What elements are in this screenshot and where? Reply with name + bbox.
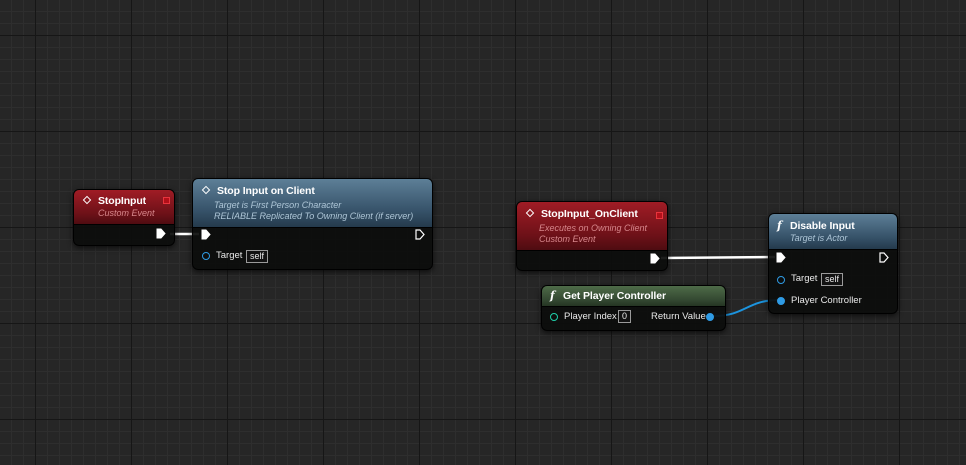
return-value-label: Return Value bbox=[651, 311, 706, 322]
target-default-value[interactable]: self bbox=[821, 273, 844, 286]
get-player-controller-node[interactable]: f Get Player Controller Player Index 0 R… bbox=[541, 285, 726, 331]
exec-input-pin[interactable] bbox=[776, 252, 786, 263]
event-diamond-icon bbox=[525, 208, 536, 219]
target-default-value[interactable]: self bbox=[246, 250, 269, 263]
delegate-pin[interactable] bbox=[656, 212, 663, 219]
node-title: Disable Input bbox=[790, 219, 855, 232]
exec-wire-onclient[interactable] bbox=[660, 255, 776, 260]
node-title: StopInput bbox=[98, 194, 147, 207]
node-subtitle: Target is Actor bbox=[790, 233, 848, 243]
stopinput-event-header[interactable]: StopInput Custom Event bbox=[74, 190, 174, 225]
node-subtitle: Custom Event bbox=[98, 208, 155, 218]
stop-input-on-client-node[interactable]: Stop Input on Client Target is First Per… bbox=[192, 178, 433, 270]
disable-input-header[interactable]: f Disable Input Target is Actor bbox=[769, 214, 897, 250]
exec-output-pin[interactable] bbox=[650, 253, 660, 264]
target-input-pin[interactable] bbox=[777, 276, 785, 284]
player-index-value[interactable]: 0 bbox=[618, 310, 632, 323]
player-controller-input-pin[interactable] bbox=[777, 297, 785, 305]
exec-output-pin[interactable] bbox=[415, 229, 425, 240]
stop-input-on-client-header[interactable]: Stop Input on Client Target is First Per… bbox=[193, 179, 432, 228]
node-title: Stop Input on Client bbox=[217, 184, 315, 197]
target-label: Target bbox=[216, 250, 243, 261]
player-index-input-pin[interactable] bbox=[550, 313, 558, 321]
disable-input-node[interactable]: f Disable Input Target is Actor Target s… bbox=[768, 213, 898, 314]
stopinput-onclient-event-header[interactable]: StopInput_OnClient Executes on Owning Cl… bbox=[517, 202, 667, 251]
function-icon: f bbox=[550, 289, 555, 302]
node-subtitle-replication: RELIABLE Replicated To Owning Client (if… bbox=[214, 211, 414, 221]
return-value-output-pin[interactable] bbox=[706, 313, 714, 321]
node-subtitle-type: Custom Event bbox=[539, 234, 596, 244]
get-player-controller-header[interactable]: f Get Player Controller bbox=[542, 286, 725, 307]
exec-output-pin[interactable] bbox=[879, 252, 889, 263]
delegate-pin[interactable] bbox=[163, 197, 170, 204]
target-label: Target bbox=[791, 273, 818, 284]
target-input-pin[interactable] bbox=[202, 252, 210, 260]
node-title: StopInput_OnClient bbox=[541, 207, 638, 220]
node-subtitle-executes: Executes on Owning Client bbox=[539, 223, 648, 233]
event-diamond-icon bbox=[82, 195, 93, 206]
event-diamond-icon bbox=[201, 185, 212, 196]
function-icon: f bbox=[777, 219, 782, 232]
node-subtitle-target: Target is First Person Character bbox=[214, 200, 342, 210]
exec-input-pin[interactable] bbox=[201, 229, 211, 240]
exec-output-pin[interactable] bbox=[156, 228, 166, 239]
stopinput-onclient-event-node[interactable]: StopInput_OnClient Executes on Owning Cl… bbox=[516, 201, 668, 271]
stopinput-event-node[interactable]: StopInput Custom Event bbox=[73, 189, 175, 246]
player-controller-label: Player Controller bbox=[791, 295, 862, 306]
node-title: Get Player Controller bbox=[563, 289, 666, 302]
player-index-label: Player Index bbox=[564, 311, 617, 322]
